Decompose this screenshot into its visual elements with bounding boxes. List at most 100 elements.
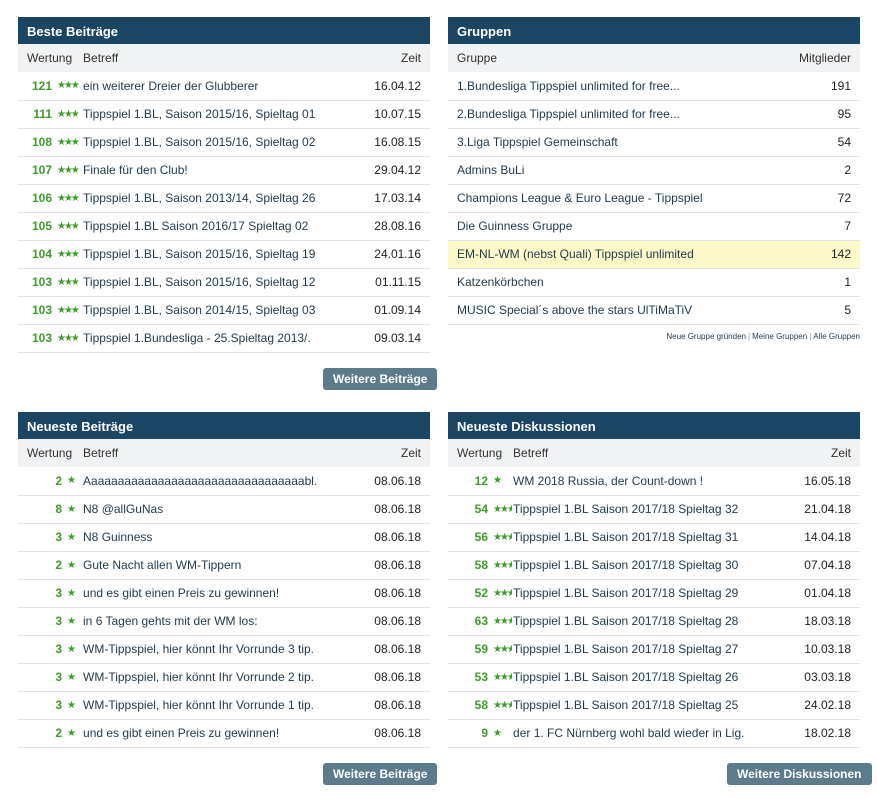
table-row[interactable]: 3 ★ in 6 Tagen gehts mit der WM los: 08.06.… — [18, 607, 430, 636]
group-row[interactable]: 1.Bundesliga Tippspiel unlimited for fre… — [448, 72, 860, 101]
table-row[interactable]: 3 ★ WM-Tippspiel, hier könnt Ihr Vorrunde … — [18, 691, 430, 720]
post-link[interactable]: Tippspiel 1.BL, Saison 2015/16, Spieltag… — [83, 135, 315, 149]
table-row[interactable]: 2 ★ Gute Nacht allen WM-Tippern 08.06.18 — [18, 551, 430, 580]
group-link[interactable]: Admins BuLi — [457, 163, 524, 177]
post-link[interactable]: Tippspiel 1.BL Saison 2017/18 Spieltag 2… — [513, 586, 738, 600]
table-row[interactable]: 103 ★★★ Tippspiel 1.BL, Saison 2014/15, Sp… — [18, 296, 430, 325]
newest-posts-panel: Neueste Beiträge Wertung Betreff Zeit 2 ★… — [18, 412, 430, 748]
group-row[interactable]: 2.Bundesliga Tippspiel unlimited for fre… — [448, 100, 860, 129]
discussions-table: Wertung Betreff Zeit 12 ★ WM 2018 Russia, … — [448, 439, 860, 748]
post-link[interactable]: Tippspiel 1.BL, Saison 2013/14, Spieltag… — [83, 191, 315, 205]
star-icon: ★★★ — [490, 691, 513, 720]
post-link[interactable]: Tippspiel 1.BL, Saison 2015/16, Spieltag… — [83, 107, 315, 121]
star-icon: ★★★ — [490, 663, 513, 692]
group-link[interactable]: Champions League & Euro League - Tippspi… — [457, 191, 703, 205]
post-link[interactable]: WM 2018 Russia, der Count-down ! — [513, 474, 703, 488]
table-row[interactable]: 58 ★★★ Tippspiel 1.BL Saison 2017/18 Spiel… — [448, 691, 860, 720]
table-row[interactable]: 54 ★★★ Tippspiel 1.BL Saison 2017/18 Spiel… — [448, 495, 860, 524]
table-row[interactable]: 105 ★★★ Tippspiel 1.BL Saison 2016/17 Spie… — [18, 212, 430, 241]
column-header-rating: Wertung — [27, 446, 73, 460]
star-icon: ★★★ — [54, 72, 83, 101]
newest-posts-table: Wertung Betreff Zeit 2 ★ Aaaaaaaaaaaaaaaaa… — [18, 439, 430, 748]
post-link[interactable]: Aaaaaaaaaaaaaaaaaaaaaaaaaaaaaaaaabl. — [83, 474, 317, 488]
post-link[interactable]: Tippspiel 1.BL Saison 2017/18 Spieltag 2… — [513, 614, 738, 628]
table-header: Wertung Betreff Zeit — [18, 439, 430, 467]
group-row[interactable]: MUSIC Special´s above the stars UlTiMaTi… — [448, 296, 860, 325]
post-link[interactable]: und es gibt einen Preis zu gewinnen! — [83, 726, 279, 740]
more-posts-button[interactable]: Weitere Beiträge — [323, 368, 438, 390]
group-link[interactable]: Die Guinness Gruppe — [457, 219, 572, 233]
table-row[interactable]: 9 ★ der 1. FC Nürnberg wohl bald wieder in… — [448, 719, 860, 748]
post-link[interactable]: und es gibt einen Preis zu gewinnen! — [83, 586, 279, 600]
table-row[interactable]: 63 ★★★ Tippspiel 1.BL Saison 2017/18 Spiel… — [448, 607, 860, 636]
my-groups-link[interactable]: Meine Gruppen — [752, 332, 807, 341]
group-row[interactable]: EM-NL-WM (nebst Quali) Tippspiel unlimit… — [448, 240, 860, 269]
table-row[interactable]: 107 ★★★ Finale für den Club! 29.04.12 — [18, 156, 430, 185]
post-link[interactable]: WM-Tippspiel, hier könnt Ihr Vorrunde 1 … — [83, 698, 314, 712]
post-link[interactable]: Finale für den Club! — [83, 163, 188, 177]
post-link[interactable]: Tippspiel 1.BL, Saison 2014/15, Spieltag… — [83, 303, 315, 317]
all-groups-link[interactable]: Alle Gruppen — [813, 332, 860, 341]
table-row[interactable]: 121 ★★★ ein weiterer Dreier der Glubberer 1… — [18, 72, 430, 101]
table-row[interactable]: 58 ★★★ Tippspiel 1.BL Saison 2017/18 Spiel… — [448, 551, 860, 580]
group-row[interactable]: 3.Liga Tippspiel Gemeinschaft 54 — [448, 128, 860, 157]
post-link[interactable]: Tippspiel 1.BL, Saison 2015/16, Spieltag… — [83, 247, 315, 261]
post-link[interactable]: WM-Tippspiel, hier könnt Ihr Vorrunde 3 … — [83, 642, 314, 656]
post-time: 10.03.18 — [796, 635, 860, 664]
post-link[interactable]: der 1. FC Nürnberg wohl bald wieder in L… — [513, 726, 744, 740]
post-link[interactable]: Tippspiel 1.BL Saison 2017/18 Spieltag 3… — [513, 502, 738, 516]
table-row[interactable]: 52 ★★★ Tippspiel 1.BL Saison 2017/18 Spiel… — [448, 579, 860, 608]
post-link[interactable]: N8 @allGuNas — [83, 502, 163, 516]
table-row[interactable]: 12 ★ WM 2018 Russia, der Count-down ! 16.05… — [448, 467, 860, 496]
table-row[interactable]: 3 ★ WM-Tippspiel, hier könnt Ihr Vorrunde … — [18, 635, 430, 664]
group-link[interactable]: 1.Bundesliga Tippspiel unlimited for fre… — [457, 79, 680, 93]
post-link[interactable]: Tippspiel 1.BL Saison 2017/18 Spieltag 2… — [513, 698, 738, 712]
post-link[interactable]: Tippspiel 1.BL Saison 2017/18 Spieltag 3… — [513, 558, 738, 572]
member-count: 5 — [780, 296, 860, 325]
post-link[interactable]: Tippspiel 1.BL Saison 2017/18 Spieltag 2… — [513, 670, 738, 684]
column-header-members: Mitglieder — [798, 51, 851, 65]
new-group-link[interactable]: Neue Gruppe gründen — [666, 332, 746, 341]
table-row[interactable]: 104 ★★★ Tippspiel 1.BL, Saison 2015/16, Sp… — [18, 240, 430, 269]
table-row[interactable]: 2 ★ Aaaaaaaaaaaaaaaaaaaaaaaaaaaaaaaaabl. 08… — [18, 467, 430, 496]
post-time: 18.03.18 — [796, 607, 860, 636]
table-row[interactable]: 8 ★ N8 @allGuNas 08.06.18 — [18, 495, 430, 524]
post-link[interactable]: N8 Guinness — [83, 530, 152, 544]
table-row[interactable]: 3 ★ WM-Tippspiel, hier könnt Ihr Vorrunde … — [18, 663, 430, 692]
post-link[interactable]: in 6 Tagen gehts mit der WM los: — [83, 614, 258, 628]
table-row[interactable]: 108 ★★★ Tippspiel 1.BL, Saison 2015/16, Sp… — [18, 128, 430, 157]
table-row[interactable]: 2 ★ und es gibt einen Preis zu gewinnen! 08… — [18, 719, 430, 748]
more-discussions-button[interactable]: Weitere Diskussionen — [727, 763, 872, 785]
post-link[interactable]: Tippspiel 1.BL Saison 2017/18 Spieltag 2… — [513, 642, 738, 656]
star-icon: ★★★ — [54, 268, 83, 297]
rating-count: 8 — [18, 495, 64, 524]
table-row[interactable]: 103 ★★★ Tippspiel 1.Bundesliga - 25.Spielt… — [18, 324, 430, 353]
group-row[interactable]: Champions League & Euro League - Tippspi… — [448, 184, 860, 213]
star-icon: ★ — [64, 635, 83, 664]
post-link[interactable]: Tippspiel 1.BL, Saison 2015/16, Spieltag… — [83, 275, 315, 289]
group-link[interactable]: 2.Bundesliga Tippspiel unlimited for fre… — [457, 107, 680, 121]
post-link[interactable]: Tippspiel 1.BL Saison 2017/18 Spieltag 3… — [513, 530, 738, 544]
table-row[interactable]: 3 ★ N8 Guinness 08.06.18 — [18, 523, 430, 552]
star-icon: ★ — [64, 551, 83, 580]
group-link[interactable]: EM-NL-WM (nebst Quali) Tippspiel unlimit… — [457, 247, 694, 261]
post-link[interactable]: Tippspiel 1.BL Saison 2016/17 Spieltag 0… — [83, 219, 308, 233]
post-link[interactable]: Tippspiel 1.Bundesliga - 25.Spieltag 201… — [83, 331, 311, 345]
group-row[interactable]: Katzenkörbchen 1 — [448, 268, 860, 297]
post-link[interactable]: Gute Nacht allen WM-Tippern — [83, 558, 241, 572]
group-row[interactable]: Admins BuLi 2 — [448, 156, 860, 185]
post-link[interactable]: WM-Tippspiel, hier könnt Ihr Vorrunde 2 … — [83, 670, 314, 684]
post-link[interactable]: ein weiterer Dreier der Glubberer — [83, 79, 258, 93]
table-row[interactable]: 3 ★ und es gibt einen Preis zu gewinnen! 08… — [18, 579, 430, 608]
group-link[interactable]: Katzenkörbchen — [457, 275, 544, 289]
table-row[interactable]: 59 ★★★ Tippspiel 1.BL Saison 2017/18 Spiel… — [448, 635, 860, 664]
more-posts-button[interactable]: Weitere Beiträge — [323, 763, 438, 785]
group-link[interactable]: 3.Liga Tippspiel Gemeinschaft — [457, 135, 618, 149]
group-link[interactable]: MUSIC Special´s above the stars UlTiMaTi… — [457, 303, 692, 317]
group-row[interactable]: Die Guinness Gruppe 7 — [448, 212, 860, 241]
table-row[interactable]: 106 ★★★ Tippspiel 1.BL, Saison 2013/14, Sp… — [18, 184, 430, 213]
table-row[interactable]: 111 ★★★ Tippspiel 1.BL, Saison 2015/16, Sp… — [18, 100, 430, 129]
table-row[interactable]: 53 ★★★ Tippspiel 1.BL Saison 2017/18 Spiel… — [448, 663, 860, 692]
table-row[interactable]: 103 ★★★ Tippspiel 1.BL, Saison 2015/16, Sp… — [18, 268, 430, 297]
table-row[interactable]: 56 ★★★ Tippspiel 1.BL Saison 2017/18 Spiel… — [448, 523, 860, 552]
